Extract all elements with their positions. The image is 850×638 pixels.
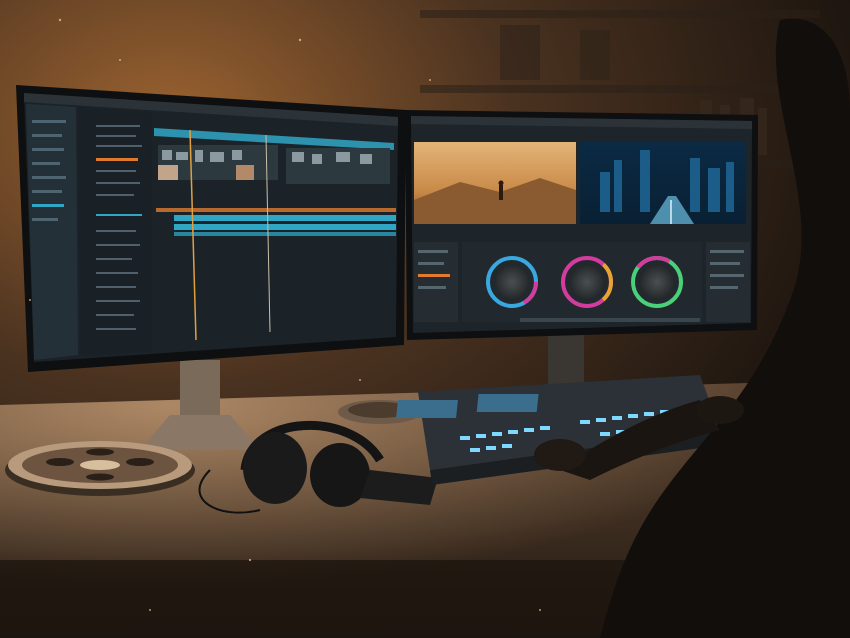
timeline-video-track xyxy=(158,145,390,184)
left-monitor xyxy=(16,85,406,372)
highlights-wheel[interactable] xyxy=(631,256,683,308)
preview-city-night xyxy=(580,142,746,224)
editing-room-scene xyxy=(0,0,850,638)
right-monitor xyxy=(405,110,758,340)
shadows-wheel[interactable] xyxy=(486,256,538,308)
preview-desert xyxy=(414,142,576,224)
timeline-audio-tracks xyxy=(174,215,396,236)
right-monitor-stand xyxy=(548,335,584,385)
film-reel xyxy=(5,441,195,496)
midtones-wheel[interactable] xyxy=(561,256,613,308)
